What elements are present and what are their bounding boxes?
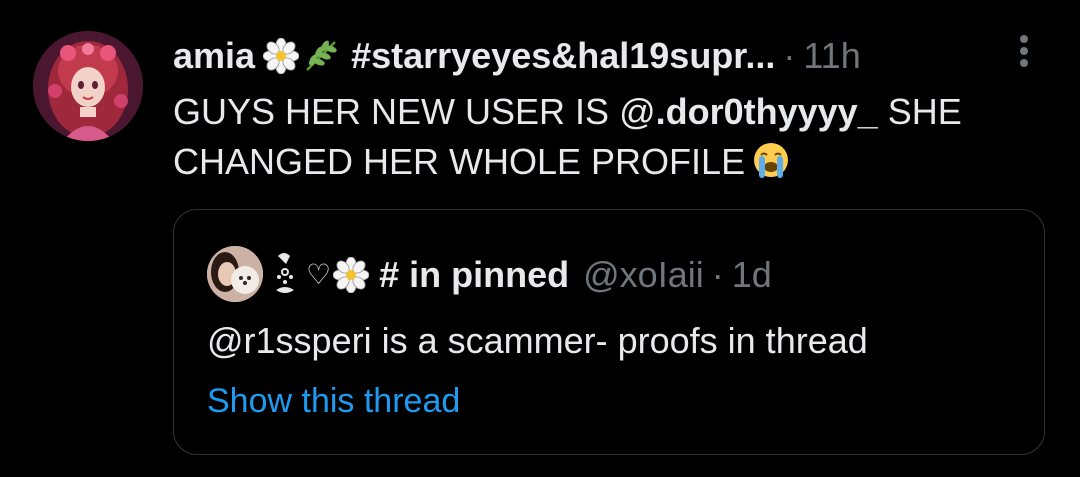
quoted-author-name[interactable]: # in pinned: [379, 252, 569, 298]
quoted-header: ♡ # in pinned @xoIaii · 1d: [270, 252, 772, 298]
quoted-time[interactable]: 1d: [732, 252, 772, 298]
more-dot: [1020, 59, 1028, 67]
tweet-text: GUYS HER NEW USER IS @.dor0thyyyy_ SHE C…: [173, 87, 1043, 187]
heart-symbol: ♡: [306, 259, 332, 290]
avatar-image: [33, 31, 143, 141]
show-thread-link[interactable]: Show this thread: [207, 378, 460, 424]
tweet-time[interactable]: 11h: [803, 33, 860, 79]
quoted-author-handle[interactable]: @xoIaii: [583, 252, 704, 298]
mention-link[interactable]: .dor0thyyyy_: [656, 91, 878, 132]
more-dot: [1020, 35, 1028, 43]
author-avatar[interactable]: [33, 31, 143, 141]
more-dot: [1020, 47, 1028, 55]
herb-icon: [303, 38, 339, 74]
tweet-header: amia #starryeyes&hal19supr... · 11h: [173, 33, 861, 79]
bow-decoration-icon: [270, 250, 300, 300]
crying-face-icon: [751, 140, 791, 180]
quoted-avatar-image: [207, 246, 263, 302]
separator-dot: ·: [711, 254, 724, 295]
tweet[interactable]: amia #starryeyes&hal19supr... · 11h GUYS…: [0, 0, 1080, 477]
author-name[interactable]: amia: [173, 33, 255, 79]
quoted-text: @r1ssperi is a scammer- proofs in thread: [207, 320, 868, 361]
blossom-icon: [333, 257, 370, 293]
blossom-icon: [263, 38, 300, 74]
quoted-tweet[interactable]: ♡ # in pinned @xoIaii · 1d @r1ssperi is …: [173, 209, 1045, 455]
separator-dot: ·: [783, 35, 796, 76]
more-icon[interactable]: [1016, 33, 1032, 69]
quoted-author-avatar[interactable]: [207, 246, 263, 302]
tweet-text-before: GUYS HER NEW USER IS @: [173, 91, 656, 132]
author-name-hashtag[interactable]: #starryeyes&hal19supr...: [351, 33, 775, 79]
